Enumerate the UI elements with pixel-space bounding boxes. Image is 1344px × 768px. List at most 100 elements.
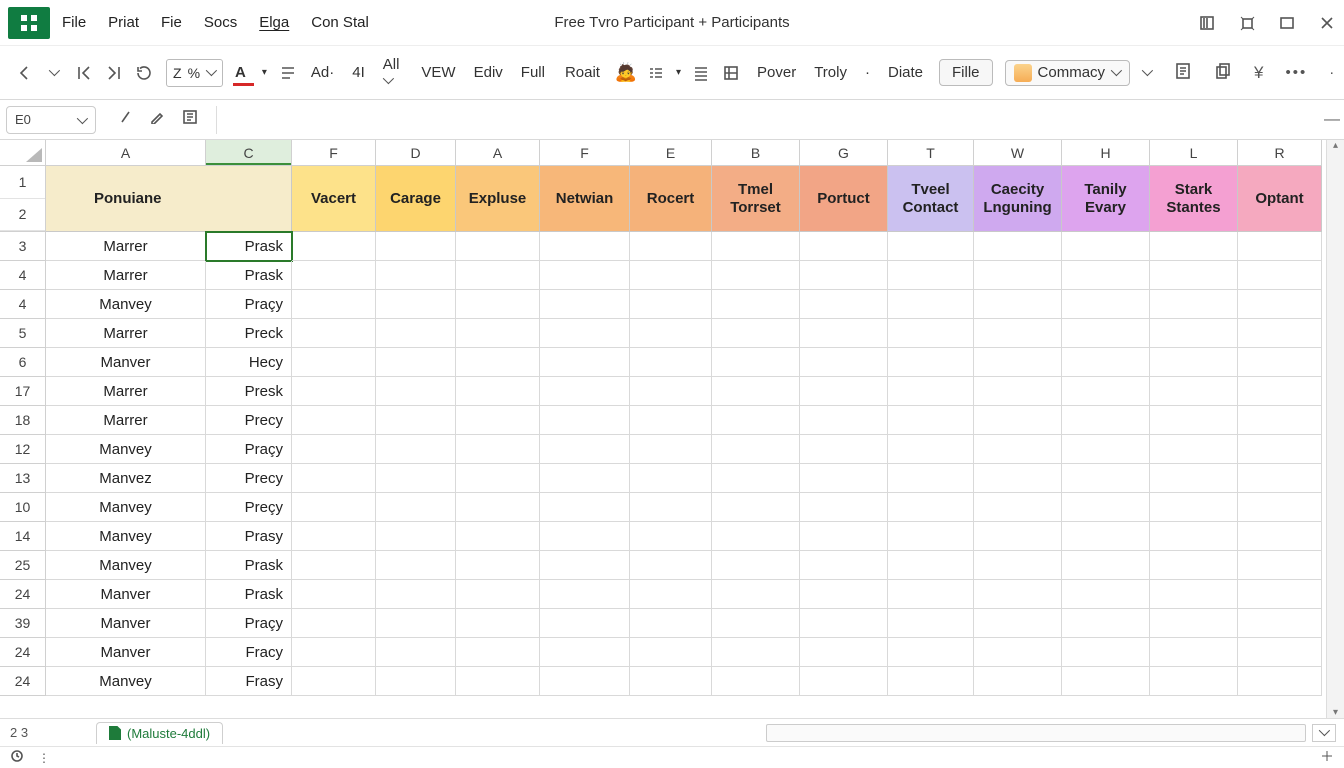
cell-empty[interactable] — [712, 493, 800, 522]
cell-empty[interactable] — [376, 232, 456, 261]
cell-c[interactable]: Preck — [206, 319, 292, 348]
cell-c[interactable]: Praçy — [206, 290, 292, 319]
cell-empty[interactable] — [1150, 406, 1238, 435]
cell-empty[interactable] — [888, 667, 974, 696]
scroll-up-icon[interactable]: ▴ — [1333, 140, 1338, 151]
cell-empty[interactable] — [974, 232, 1062, 261]
cell-a[interactable]: Manvey — [46, 290, 206, 319]
cell-empty[interactable] — [456, 667, 540, 696]
cell-c[interactable]: Praçy — [206, 435, 292, 464]
cell-empty[interactable] — [888, 638, 974, 667]
cell-empty[interactable] — [1238, 464, 1322, 493]
cell-empty[interactable] — [1238, 638, 1322, 667]
cell-empty[interactable] — [540, 580, 630, 609]
ribbon-word-pover[interactable]: Pover — [753, 62, 800, 83]
cell-empty[interactable] — [712, 435, 800, 464]
cell-empty[interactable] — [1150, 261, 1238, 290]
cell-c[interactable]: Frasy — [206, 667, 292, 696]
cell-empty[interactable] — [800, 261, 888, 290]
cell-empty[interactable] — [376, 290, 456, 319]
cell-empty[interactable] — [1062, 638, 1150, 667]
indent-left-icon[interactable] — [74, 63, 94, 83]
cell-empty[interactable] — [888, 609, 974, 638]
cell-empty[interactable] — [1238, 667, 1322, 696]
cell-empty[interactable] — [456, 638, 540, 667]
cell-empty[interactable] — [376, 435, 456, 464]
cell-empty[interactable] — [1150, 609, 1238, 638]
cell-empty[interactable] — [456, 493, 540, 522]
cell-a[interactable]: Marrer — [46, 261, 206, 290]
cell-empty[interactable] — [1150, 580, 1238, 609]
cell-empty[interactable] — [1062, 261, 1150, 290]
cell-empty[interactable] — [1150, 319, 1238, 348]
resize-handle-icon[interactable] — [1320, 749, 1334, 766]
cell-a[interactable]: Manver — [46, 348, 206, 377]
cell-empty[interactable] — [376, 406, 456, 435]
cell-empty[interactable] — [292, 580, 376, 609]
cell-empty[interactable] — [1062, 493, 1150, 522]
cell-empty[interactable] — [292, 290, 376, 319]
cell-empty[interactable] — [456, 580, 540, 609]
cell-empty[interactable] — [974, 290, 1062, 319]
cell-empty[interactable] — [1062, 609, 1150, 638]
cell-a[interactable]: Manvez — [46, 464, 206, 493]
cell-empty[interactable] — [1150, 638, 1238, 667]
refresh-icon[interactable] — [134, 63, 154, 83]
vertical-scrollbar[interactable]: ▴ ▾ — [1326, 140, 1344, 718]
full-button[interactable]: Full — [517, 62, 549, 83]
cell-empty[interactable] — [712, 348, 800, 377]
cell-empty[interactable] — [456, 290, 540, 319]
cell-empty[interactable] — [292, 377, 376, 406]
cell-empty[interactable] — [456, 435, 540, 464]
cell-empty[interactable] — [540, 232, 630, 261]
cell-empty[interactable] — [974, 522, 1062, 551]
horizontal-scrollbar[interactable] — [766, 724, 1306, 742]
cell-empty[interactable] — [888, 261, 974, 290]
cell-a[interactable]: Manver — [46, 638, 206, 667]
cell-empty[interactable] — [376, 493, 456, 522]
cell-empty[interactable] — [974, 348, 1062, 377]
cell-empty[interactable] — [1150, 290, 1238, 319]
cell-empty[interactable] — [630, 493, 712, 522]
cell-empty[interactable] — [800, 319, 888, 348]
cell-empty[interactable] — [974, 377, 1062, 406]
cell-empty[interactable] — [540, 609, 630, 638]
col-header-3[interactable]: D — [376, 140, 456, 166]
cell-empty[interactable] — [630, 261, 712, 290]
cell-empty[interactable] — [800, 522, 888, 551]
cell-empty[interactable] — [540, 348, 630, 377]
cell-empty[interactable] — [540, 493, 630, 522]
spreadsheet-grid[interactable]: ACFDAFEBGTWHLR12PonuianeVacertCarageExpl… — [0, 140, 1344, 696]
cell-empty[interactable] — [1238, 232, 1322, 261]
cell-empty[interactable] — [1238, 377, 1322, 406]
cell-empty[interactable] — [888, 319, 974, 348]
cell-c[interactable]: Fracy — [206, 638, 292, 667]
cell-empty[interactable] — [1062, 319, 1150, 348]
cell-empty[interactable] — [540, 551, 630, 580]
cell-empty[interactable] — [712, 609, 800, 638]
cell-empty[interactable] — [1062, 406, 1150, 435]
cell-empty[interactable] — [630, 580, 712, 609]
cell-empty[interactable] — [1238, 551, 1322, 580]
cell-empty[interactable] — [456, 348, 540, 377]
name-box[interactable]: E0 — [6, 106, 96, 134]
cell-empty[interactable] — [1062, 522, 1150, 551]
col-header-2[interactable]: F — [292, 140, 376, 166]
cell-empty[interactable] — [540, 464, 630, 493]
cell-a[interactable]: Manvey — [46, 522, 206, 551]
cell-empty[interactable] — [1150, 464, 1238, 493]
col-header-12[interactable]: L — [1150, 140, 1238, 166]
row-header[interactable]: 18 — [0, 406, 46, 435]
cell-empty[interactable] — [292, 609, 376, 638]
cell-empty[interactable] — [712, 319, 800, 348]
cell-empty[interactable] — [456, 232, 540, 261]
cell-empty[interactable] — [376, 667, 456, 696]
cell-empty[interactable] — [1238, 261, 1322, 290]
cell-empty[interactable] — [888, 406, 974, 435]
cell-c[interactable]: Precy — [206, 406, 292, 435]
cell-a[interactable]: Marrer — [46, 232, 206, 261]
cell-a[interactable]: Manvey — [46, 435, 206, 464]
col-header-1[interactable]: C — [206, 140, 292, 166]
cell-empty[interactable] — [974, 493, 1062, 522]
cell-empty[interactable] — [292, 522, 376, 551]
